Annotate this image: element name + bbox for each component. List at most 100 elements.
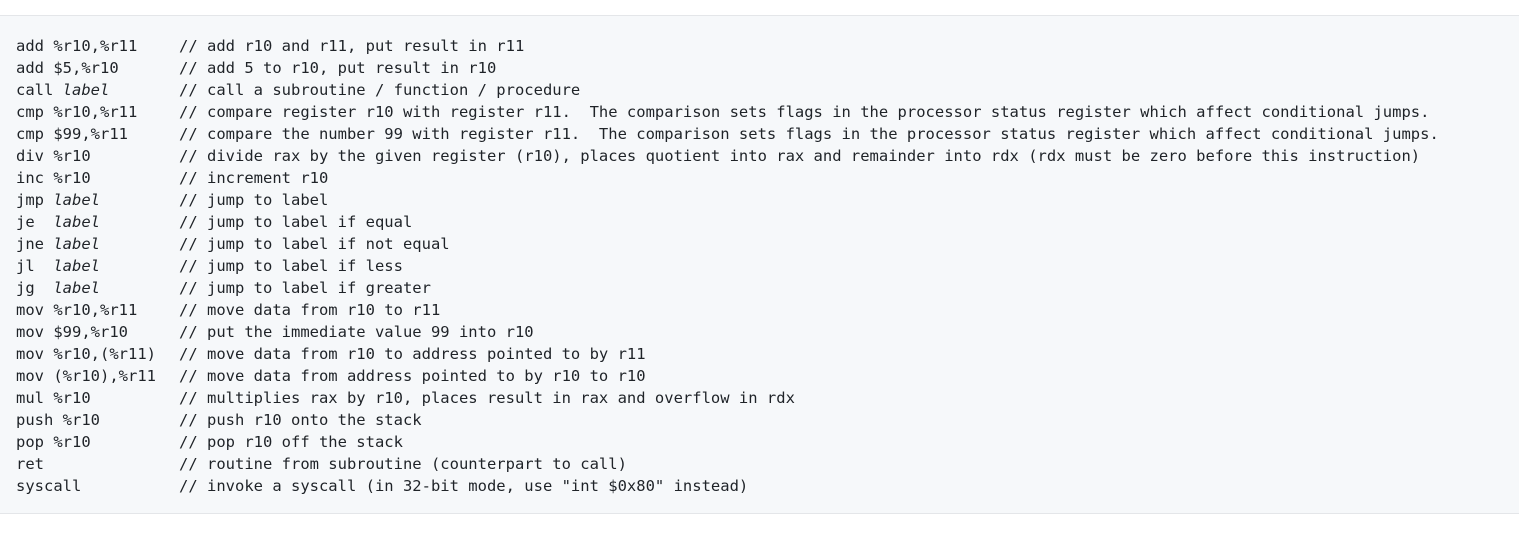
code-comment: // add r10 and r11, put result in r11 [179, 37, 525, 55]
code-comment: // jump to label if not equal [179, 235, 450, 253]
opcode: add [16, 59, 54, 77]
instruction: inc %r10 [16, 167, 179, 189]
code-line: cmp $99,%r11// compare the number 99 wit… [16, 123, 1439, 145]
code-line: push %r10// push r10 onto the stack [16, 409, 1439, 431]
instruction: mov %r10,%r11 [16, 299, 179, 321]
code-comment: // call a subroutine / function / proced… [179, 81, 581, 99]
operand: $99,%r11 [53, 125, 128, 143]
instruction: jmp label [16, 189, 179, 211]
opcode: pop [16, 433, 54, 451]
code-comment: // move data from r10 to r11 [179, 301, 441, 319]
instruction: call label [16, 79, 179, 101]
code-line: pop %r10// pop r10 off the stack [16, 431, 1439, 453]
instruction: syscall [16, 475, 179, 497]
code-comment: // put the immediate value 99 into r10 [179, 323, 534, 341]
code-block: add %r10,%r11// add r10 and r11, put res… [0, 15, 1519, 514]
code-line: mov %r10,%r11// move data from r10 to r1… [16, 299, 1439, 321]
operand: label [62, 81, 110, 99]
code-comment: // divide rax by the given register (r10… [179, 147, 1421, 165]
operand: label [53, 213, 100, 231]
operand: label [53, 257, 100, 275]
code-line: div %r10// divide rax by the given regis… [16, 145, 1439, 167]
code-line: add $5,%r10// add 5 to r10, put result i… [16, 57, 1439, 79]
operand: %r10,%r11 [53, 103, 138, 121]
instruction: cmp %r10,%r11 [16, 101, 179, 123]
code-line: mov (%r10),%r11// move data from address… [16, 365, 1439, 387]
code-line: call label// call a subroutine / functio… [16, 79, 1439, 101]
opcode: inc [16, 169, 54, 187]
code-line: jg label// jump to label if greater [16, 277, 1439, 299]
opcode: mov [16, 367, 54, 385]
instruction: add $5,%r10 [16, 57, 179, 79]
code-comment: // jump to label if greater [179, 279, 431, 297]
opcode: mul [16, 389, 54, 407]
instruction: mov (%r10),%r11 [16, 365, 179, 387]
code-comment: // increment r10 [179, 169, 329, 187]
instruction: jne label [16, 233, 179, 255]
opcode: mov [16, 323, 54, 341]
code-line: jl label// jump to label if less [16, 255, 1439, 277]
code-line: jmp label// jump to label [16, 189, 1439, 211]
operand: label [53, 235, 100, 253]
code-comment: // invoke a syscall (in 32-bit mode, use… [179, 477, 749, 495]
operand: %r10 [53, 389, 91, 407]
code-comment: // jump to label if less [179, 257, 403, 275]
instruction: je label [16, 211, 179, 233]
instruction: push %r10 [16, 409, 179, 431]
operand: %r10 [62, 411, 100, 429]
code-comment: // push r10 onto the stack [179, 411, 422, 429]
instruction: pop %r10 [16, 431, 179, 453]
operand: (%r10),%r11 [53, 367, 156, 385]
code-comment: // jump to label [179, 191, 329, 209]
opcode: add [16, 37, 54, 55]
code-line: cmp %r10,%r11// compare register r10 wit… [16, 101, 1439, 123]
code-line: mov $99,%r10// put the immediate value 9… [16, 321, 1439, 343]
operand: label [53, 279, 100, 297]
code-line: inc %r10// increment r10 [16, 167, 1439, 189]
instruction: mul %r10 [16, 387, 179, 409]
code-comment: // compare register r10 with register r1… [179, 103, 1430, 121]
operand: label [53, 191, 100, 209]
instruction: jg label [16, 277, 179, 299]
instruction: ret [16, 453, 179, 475]
opcode: jl [16, 257, 54, 275]
opcode: syscall [16, 477, 82, 495]
code-comment: // move data from r10 to address pointed… [179, 345, 646, 363]
code-line: jne label// jump to label if not equal [16, 233, 1439, 255]
operand: %r10,%r11 [53, 301, 138, 319]
opcode: cmp [16, 125, 54, 143]
opcode: push [16, 411, 63, 429]
opcode: jmp [16, 191, 54, 209]
operand: %r10 [53, 169, 91, 187]
opcode: jne [16, 235, 54, 253]
opcode: jg [16, 279, 54, 297]
code-comment: // pop r10 off the stack [179, 433, 403, 451]
code-line: ret // routine from subroutine (counterpa… [16, 453, 1439, 475]
code-comment: // compare the number 99 with register r… [179, 125, 1439, 143]
code-line: mul %r10// multiplies rax by r10, places… [16, 387, 1439, 409]
code-comment: // jump to label if equal [179, 213, 413, 231]
code-line: je label// jump to label if equal [16, 211, 1439, 233]
opcode: call [16, 81, 63, 99]
instruction: mov %r10,(%r11) [16, 343, 179, 365]
code-comment: // multiplies rax by r10, places result … [179, 389, 795, 407]
code-comment: // move data from address pointed to by … [179, 367, 646, 385]
operand: %r10 [53, 147, 91, 165]
operand: %r10,(%r11) [53, 345, 156, 363]
instruction: jl label [16, 255, 179, 277]
instruction: mov $99,%r10 [16, 321, 179, 343]
instruction: div %r10 [16, 145, 179, 167]
opcode: ret [16, 455, 44, 473]
code-line: mov %r10,(%r11)// move data from r10 to … [16, 343, 1439, 365]
operand: %r10 [53, 433, 91, 451]
opcode: mov [16, 345, 54, 363]
opcode: je [16, 213, 54, 231]
operand: %r10,%r11 [53, 37, 138, 55]
instruction: add %r10,%r11 [16, 35, 179, 57]
opcode: mov [16, 301, 54, 319]
assembly-code-listing: add %r10,%r11// add r10 and r11, put res… [16, 35, 1439, 497]
instruction: cmp $99,%r11 [16, 123, 179, 145]
opcode: div [16, 147, 54, 165]
code-comment: // routine from subroutine (counterpart … [179, 455, 627, 473]
code-line: add %r10,%r11// add r10 and r11, put res… [16, 35, 1439, 57]
